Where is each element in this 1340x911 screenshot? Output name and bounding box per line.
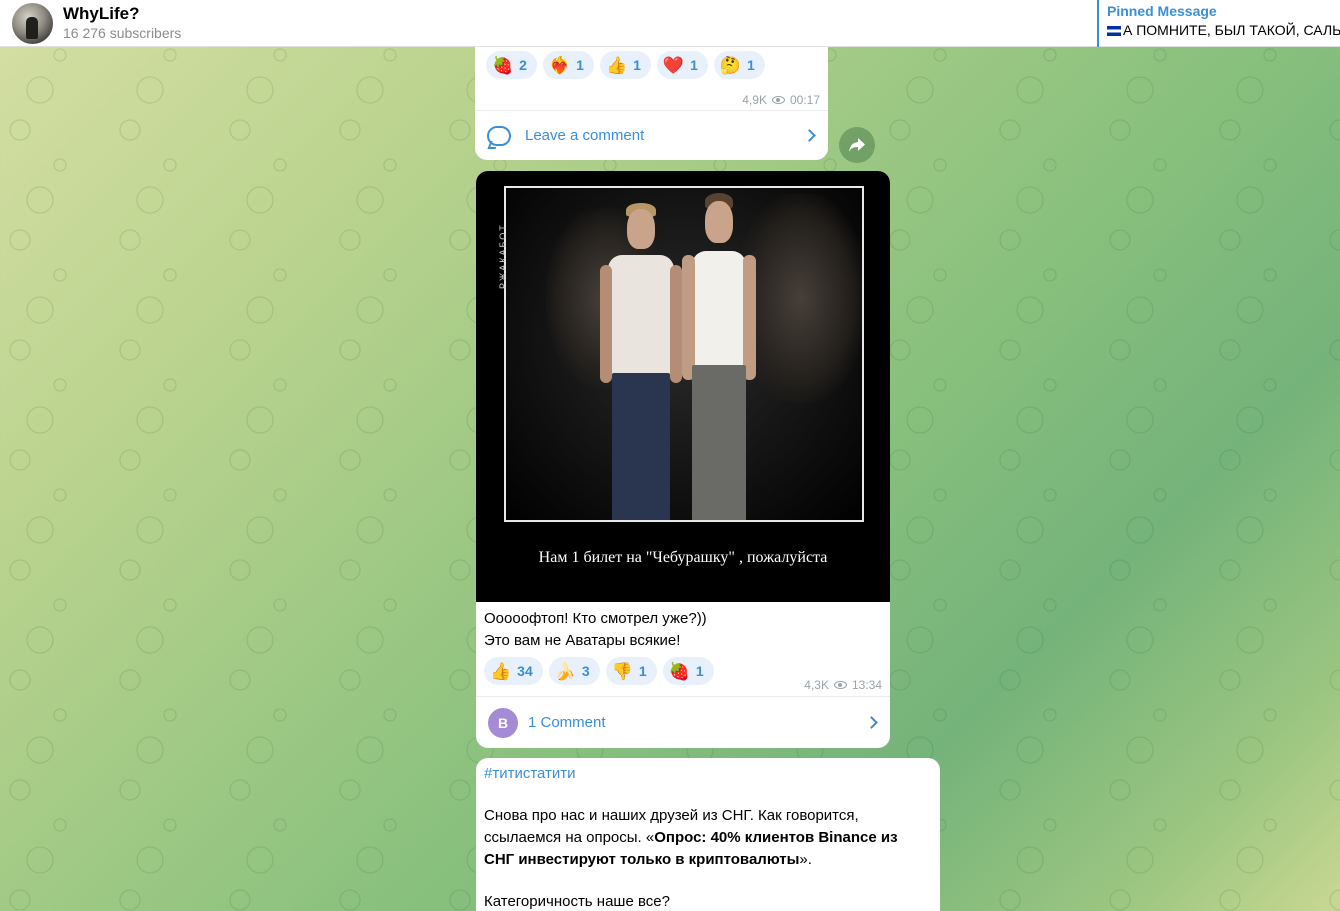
comment-bubble-icon — [487, 125, 511, 146]
view-count: 4,3K — [804, 678, 829, 692]
comments-button[interactable]: B 1 Comment — [476, 696, 890, 748]
view-count: 4,9K — [742, 93, 767, 107]
pinned-message-title: Pinned Message — [1107, 3, 1217, 19]
reaction-count: 3 — [581, 663, 590, 679]
post-paragraph: Категоричность наше все? — [484, 893, 670, 910]
reaction-banana[interactable]: 🍌 3 — [548, 657, 600, 685]
message-bubble[interactable]: #титистатити Снова про нас и наших друзе… — [476, 758, 940, 911]
channel-avatar[interactable] — [12, 2, 53, 44]
subscriber-count: 16 276 subscribers — [63, 25, 182, 41]
reactions-bar: 👍 34 🍌 3 👎 1 🍓 1 — [484, 657, 714, 685]
channel-title: WhyLife? — [63, 4, 140, 23]
thinking-face-icon: 🤔 — [719, 55, 742, 75]
reaction-count: 1 — [690, 57, 698, 73]
reactions-bar: 🍓 2 ❤️‍🔥 1 👍 1 ❤️ 1 🤔 1 — [486, 51, 765, 79]
message-time: 13:34 — [851, 678, 882, 692]
flag-icon — [1107, 26, 1121, 37]
reaction-thinking[interactable]: 🤔 1 — [713, 51, 765, 79]
commenter-avatar: B — [488, 707, 518, 738]
pinned-message-text: А ПОМНИТЕ, БЫЛ ТАКОЙ, САЛЬ... — [1123, 22, 1340, 38]
pinned-message-preview: А ПОМНИТЕ, БЫЛ ТАКОЙ, САЛЬ... — [1107, 20, 1340, 40]
image-frame — [504, 186, 864, 522]
reaction-heart-fire[interactable]: ❤️‍🔥 1 — [542, 51, 594, 79]
reaction-count: 1 — [638, 663, 647, 679]
share-button[interactable] — [839, 127, 875, 163]
strawberry-icon: 🍓 — [668, 661, 690, 681]
post-text: Ооооофтоп! Кто смотрел уже?)) Это вам не… — [484, 608, 707, 652]
reaction-count: 2 — [519, 57, 527, 73]
reaction-strawberry[interactable]: 🍓 1 — [662, 657, 714, 685]
watermark-label: РЖАКАБОТ — [498, 223, 508, 289]
heart-icon: ❤️ — [662, 55, 685, 75]
figure-right — [682, 193, 756, 520]
banana-icon: 🍌 — [554, 661, 576, 681]
hashtag-link[interactable]: #титистатити — [484, 763, 924, 785]
reaction-heart[interactable]: ❤️ 1 — [656, 51, 708, 79]
thumbs-down-icon: 👎 — [611, 661, 633, 681]
pinned-message[interactable]: Pinned Message А ПОМНИТЕ, БЫЛ ТАКОЙ, САЛ… — [1097, 0, 1340, 47]
post-text: #титистатити Снова про нас и наших друзе… — [484, 763, 924, 911]
strawberry-icon: 🍓 — [492, 55, 514, 75]
share-arrow-icon — [849, 138, 865, 152]
comment-label: 1 Comment — [528, 714, 606, 731]
comment-label: Leave a comment — [525, 127, 645, 144]
message-time: 00:17 — [789, 93, 820, 107]
post-image[interactable]: РЖАКАБОТ Нам 1 билет на "Чебурашку" , по… — [476, 171, 890, 602]
reaction-thumbs-up[interactable]: 👍 34 — [484, 657, 543, 685]
reaction-count: 1 — [576, 57, 584, 73]
reaction-count: 34 — [517, 663, 533, 679]
reaction-thumbs-up[interactable]: 👍 1 — [599, 51, 651, 79]
heart-fire-icon: ❤️‍🔥 — [548, 55, 571, 75]
post-text-span: ». — [799, 851, 812, 868]
figure-left — [600, 203, 682, 520]
post-text-line: Это вам не Аватары всякие! — [484, 632, 681, 649]
eye-icon — [833, 681, 847, 689]
reaction-count: 1 — [695, 663, 704, 679]
channel-info[interactable]: WhyLife? 16 276 subscribers — [63, 4, 181, 42]
reaction-count: 1 — [633, 57, 641, 73]
message-bubble[interactable]: 🍓 2 ❤️‍🔥 1 👍 1 ❤️ 1 🤔 1 4,9K 00:17 Leave a co… — [475, 30, 828, 160]
reaction-strawberry[interactable]: 🍓 2 — [486, 51, 537, 79]
eye-icon — [771, 96, 785, 104]
thumbs-up-icon: 👍 — [605, 55, 628, 75]
chat-header[interactable]: WhyLife? 16 276 subscribers Pinned Messa… — [0, 0, 1340, 47]
thumbs-up-icon: 👍 — [490, 661, 512, 681]
chevron-right-icon — [803, 129, 816, 142]
message-bubble[interactable]: РЖАКАБОТ Нам 1 билет на "Чебурашку" , по… — [476, 171, 890, 748]
post-paragraph: Снова про нас и наших друзей из СНГ. Как… — [484, 805, 924, 871]
message-meta: 4,9K 00:17 — [742, 93, 820, 107]
message-meta: 4,3K 13:34 — [804, 678, 882, 692]
leave-comment-button[interactable]: Leave a comment — [475, 110, 828, 160]
image-caption: Нам 1 билет на "Чебурашку" , пожалуйста — [538, 549, 828, 566]
post-text-line: Ооооофтоп! Кто смотрел уже?)) — [484, 610, 707, 627]
reaction-count: 1 — [747, 57, 755, 73]
chevron-right-icon — [865, 716, 878, 729]
reaction-thumbs-down[interactable]: 👎 1 — [605, 657, 657, 685]
